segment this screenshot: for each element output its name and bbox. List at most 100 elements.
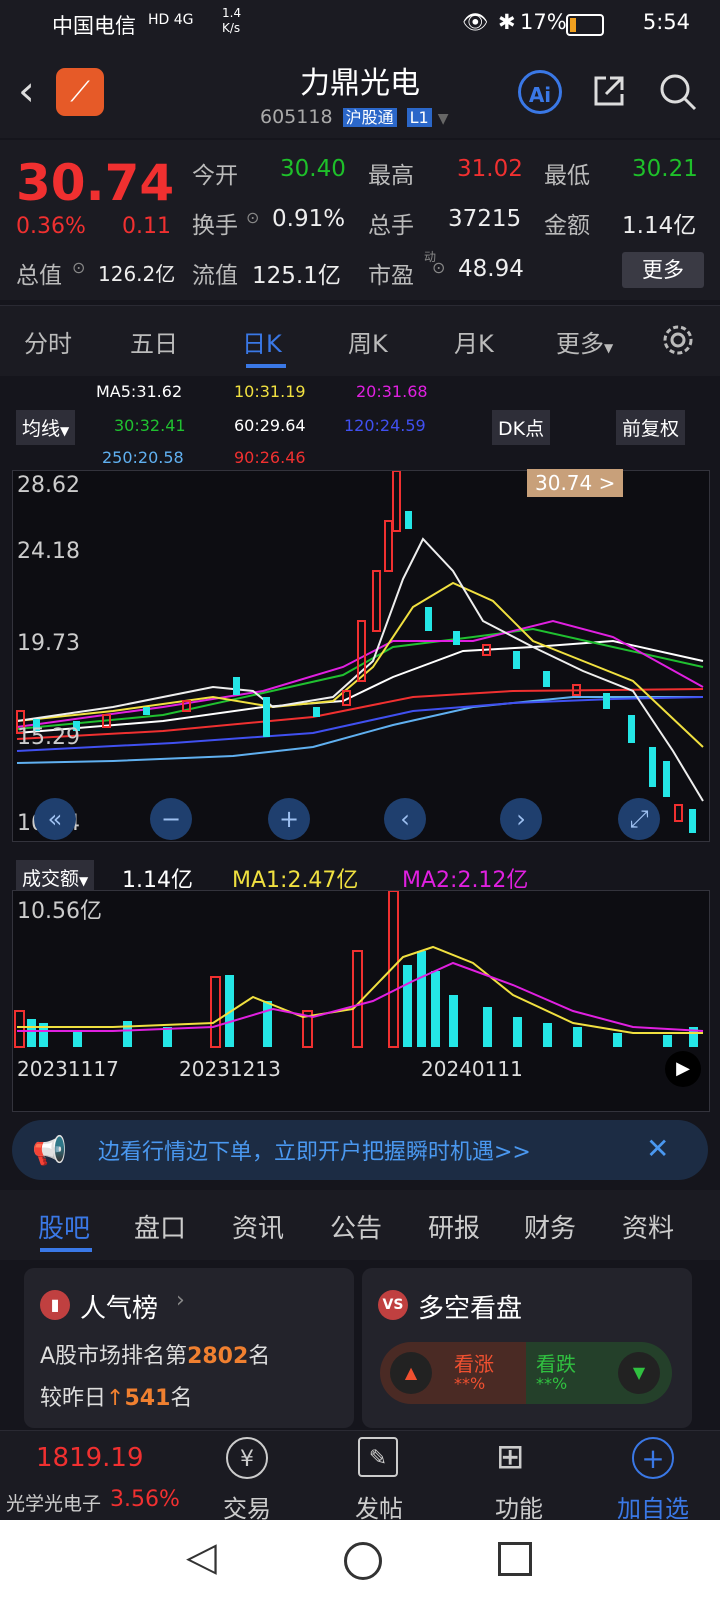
stock-header: ‹ ⟋ 力鼎光电 605118 沪股通 L1 ▼ Ai [0, 48, 720, 138]
rank-text: A股市场排名第 [40, 1344, 188, 1369]
tab-monthly-k[interactable]: 月K [454, 324, 494, 359]
tab-news[interactable]: 资讯 [232, 1208, 284, 1245]
tab-profile[interactable]: 资料 [622, 1208, 674, 1245]
battery-icon [566, 14, 604, 36]
last-price: 30.74 [16, 154, 175, 212]
volume-selector-label: 成交额 [22, 868, 80, 890]
play-icon[interactable]: ▶ [665, 1051, 701, 1087]
trade-button[interactable]: 交易 [202, 1489, 292, 1524]
arrow-up-icon: ↑ [106, 1386, 125, 1411]
ma5-label: MA5:31.62 [96, 382, 183, 401]
level-badge: L1 [406, 108, 432, 127]
float-cap-label: 流值 [192, 263, 238, 289]
popularity-card[interactable]: ▮ 人气榜 › A股市场排名第2802名 较昨日↑541名 [24, 1268, 354, 1428]
volume-chart[interactable]: 10.56亿 20231117 20231213 20240111 ▶ [12, 890, 710, 1112]
sector-index-value[interactable]: 1819.19 [36, 1443, 144, 1473]
adjust-button[interactable]: 前复权 [616, 410, 686, 445]
mcap-value: 126.2亿 [98, 262, 176, 286]
ma-selector-label: 均线 [22, 418, 61, 440]
period-tabs: 分时 五日 日K 周K 月K 更多▼ [0, 305, 720, 376]
ma-selector[interactable]: 均线▼ [16, 410, 76, 445]
share-icon[interactable] [590, 72, 628, 110]
bullish-button[interactable]: ▲ 看涨 **% [380, 1342, 526, 1404]
info-icon[interactable]: ⊙ [72, 258, 85, 277]
change-amt: 0.11 [122, 214, 171, 239]
banner-text: 边看行情边下单，立即开户把握瞬时机遇>> [98, 1140, 531, 1165]
grid-icon[interactable]: ⊞ [496, 1437, 525, 1477]
mcap-label: 总值 [16, 263, 62, 289]
close-icon[interactable]: ✕ [646, 1132, 669, 1165]
ma60-label: 60:29.64 [234, 416, 306, 435]
add-watchlist-button[interactable]: 加自选 [608, 1489, 698, 1524]
tab-financials[interactable]: 财务 [524, 1208, 576, 1245]
dk-button[interactable]: DK点 [492, 410, 551, 445]
tab-intraday[interactable]: 分时 [24, 324, 72, 359]
net-speed: 1.4 K/s [222, 6, 242, 35]
edit-icon[interactable]: ✎ [358, 1437, 398, 1477]
carrier: 中国电信 [52, 14, 136, 38]
amount-label: 金额 [544, 213, 590, 239]
candles [16, 471, 696, 833]
fullscreen-icon[interactable]: ⤢ [618, 798, 660, 840]
dropdown-icon[interactable]: ▼ [438, 111, 449, 127]
triangle-up-icon: ▲ [390, 1352, 432, 1394]
tab-announcements[interactable]: 公告 [330, 1208, 382, 1245]
zoom-out-far-icon[interactable]: « [34, 798, 76, 840]
yen-icon[interactable]: ¥ [226, 1437, 268, 1479]
recents-nav-icon[interactable] [498, 1542, 532, 1576]
rank-change-text: 较昨日 [40, 1386, 107, 1411]
home-nav-icon[interactable] [344, 1542, 382, 1580]
date-tick: 20231117 [17, 1057, 119, 1081]
gear-icon[interactable] [660, 322, 696, 358]
pe-value: 48.94 [458, 256, 524, 282]
plus-icon[interactable]: + [632, 1437, 674, 1479]
triangle-down-icon: ▼ [618, 1352, 660, 1394]
volume-value: 37215 [448, 206, 522, 232]
caret-down-icon: ▼ [60, 424, 70, 438]
more-button[interactable]: 更多 [622, 252, 704, 288]
caret-down-icon: ▼ [604, 341, 614, 355]
info-icon[interactable]: ⊙ [246, 208, 259, 227]
last-price-badge[interactable]: 30.74 > [527, 469, 624, 497]
bearish-value: **% [536, 1374, 568, 1393]
k-line-chart[interactable]: 28.62 24.18 19.73 15.29 10.84 30.74 > [12, 469, 710, 842]
tab-research[interactable]: 研报 [428, 1208, 480, 1245]
ai-button[interactable]: Ai [518, 70, 562, 114]
zoom-out-icon[interactable]: − [150, 798, 192, 840]
zoom-in-icon[interactable]: + [268, 798, 310, 840]
rank-change-value: 541 [124, 1386, 171, 1411]
volume-label: 总手 [368, 213, 414, 239]
volume-y-max: 10.56亿 [17, 899, 102, 924]
search-icon[interactable] [658, 72, 698, 112]
scroll-right-icon[interactable]: › [500, 798, 542, 840]
sector-name[interactable]: 光学光电子 [6, 1489, 101, 1516]
post-button[interactable]: 发帖 [334, 1489, 424, 1524]
tab-indicator [40, 1248, 92, 1252]
info-tabs: 股吧 盘口 资讯 公告 研报 财务 资料 [0, 1190, 720, 1260]
ma20-label: 20:31.68 [356, 382, 428, 401]
tab-daily-k[interactable]: 日K [242, 324, 282, 359]
scroll-left-icon[interactable]: ‹ [384, 798, 426, 840]
tab-forum[interactable]: 股吧 [38, 1208, 90, 1245]
bull-bear-card[interactable]: VS 多空看盘 ▲ 看涨 **% 看跌 **% ▼ [362, 1268, 692, 1428]
network-indicator: HD 4G [148, 12, 194, 28]
rank-unit: 名 [248, 1344, 271, 1369]
clock: 5:54 [642, 10, 690, 34]
tab-more-label: 更多 [556, 330, 604, 358]
bearish-button[interactable]: 看跌 **% ▼ [526, 1342, 672, 1404]
y-tick: 19.73 [17, 631, 80, 656]
tab-weekly-k[interactable]: 周K [348, 324, 388, 359]
promo-banner[interactable]: 📢 边看行情边下单，立即开户把握瞬时机遇>> ✕ [12, 1120, 708, 1180]
card-title: 人气榜 [80, 1294, 159, 1324]
tab-more[interactable]: 更多▼ [556, 324, 613, 359]
volume-bars [14, 891, 698, 1048]
high-value: 31.02 [457, 156, 523, 182]
quote-panel: 30.74 0.36% 0.11 今开 30.40 最高 31.02 最低 30… [0, 140, 720, 300]
info-icon[interactable]: ⊙ [432, 258, 445, 277]
function-button[interactable]: 功能 [474, 1489, 564, 1524]
tab-orderbook[interactable]: 盘口 [134, 1208, 186, 1245]
ma250-label: 250:20.58 [102, 448, 184, 467]
tab-five-day[interactable]: 五日 [130, 324, 178, 359]
back-nav-icon[interactable]: ◁ [186, 1534, 217, 1580]
ma90-label: 90:26.46 [234, 448, 306, 467]
